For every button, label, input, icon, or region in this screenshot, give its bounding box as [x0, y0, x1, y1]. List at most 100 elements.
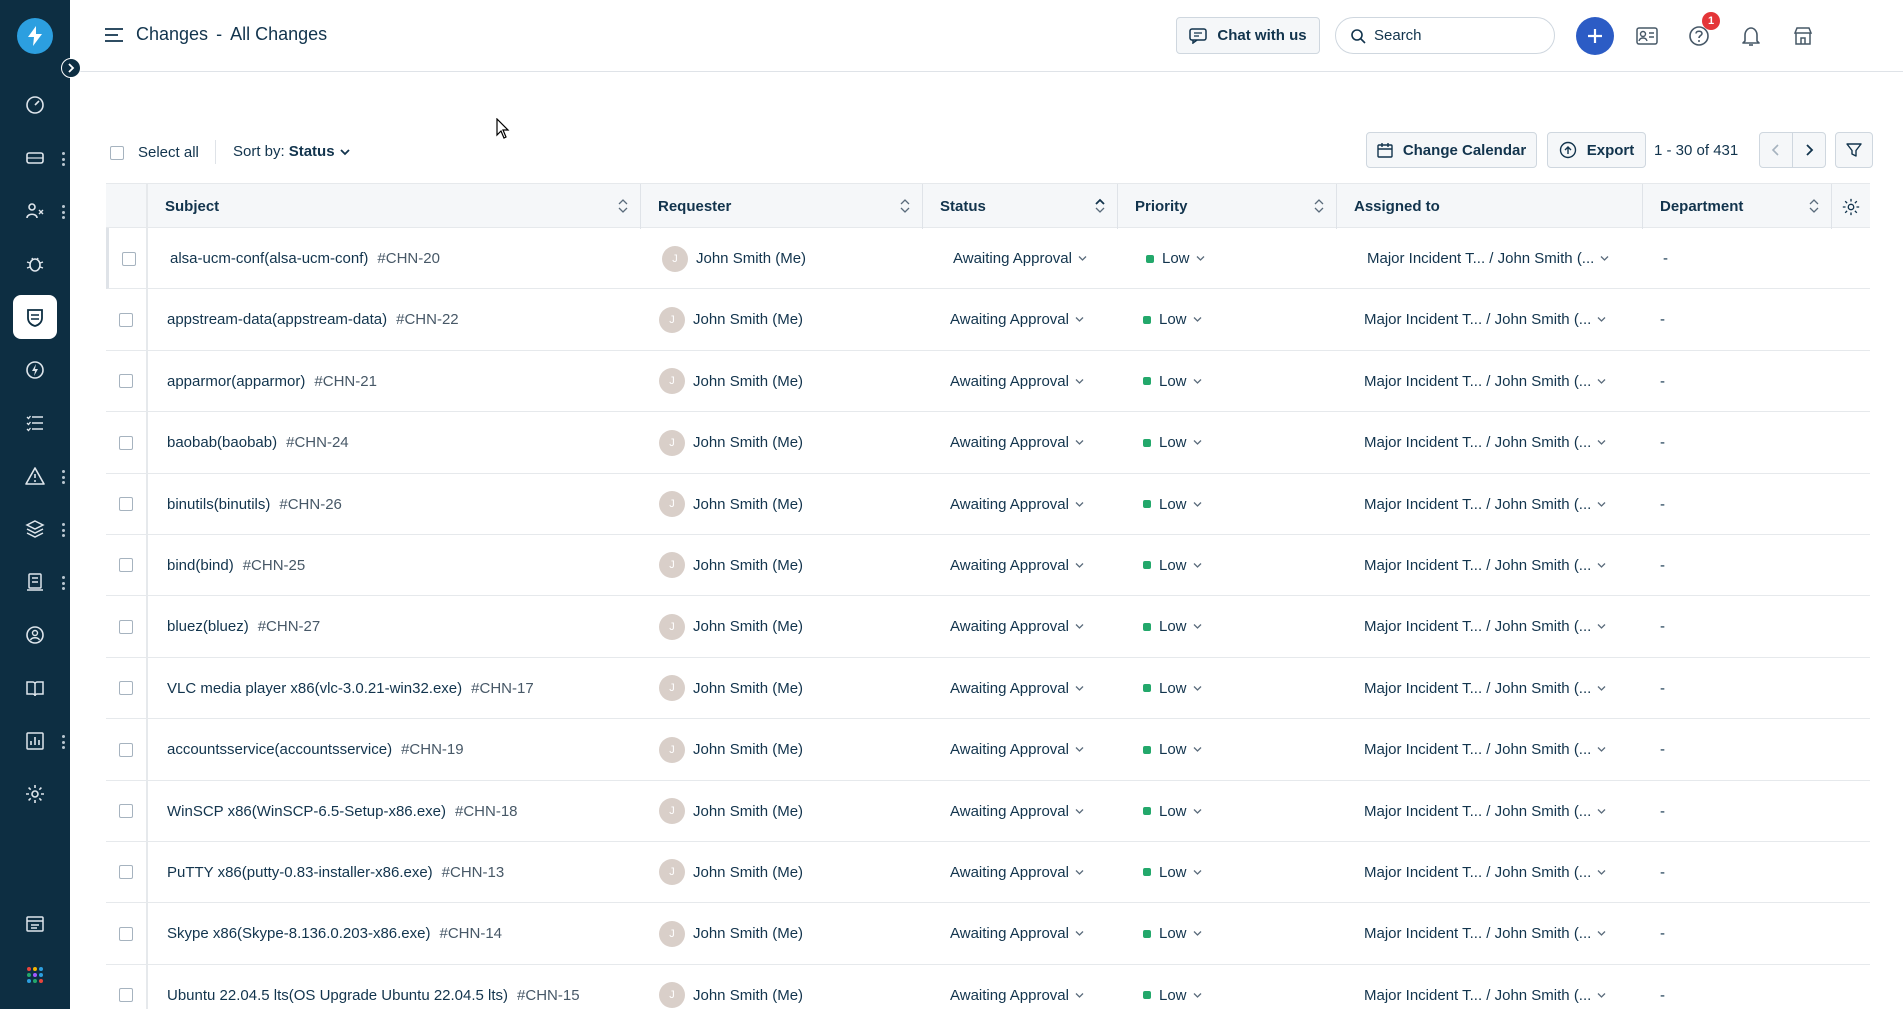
row-subject[interactable]: alsa-ucm-conf(alsa-ucm-conf) #CHN-20	[170, 228, 440, 289]
column-header-priority[interactable]: Priority	[1118, 184, 1337, 229]
priority-dropdown[interactable]: Low	[1146, 228, 1205, 289]
row-requester[interactable]: J John Smith (Me)	[659, 474, 803, 535]
column-header-status[interactable]: Status	[923, 184, 1118, 229]
row-checkbox[interactable]	[119, 865, 133, 880]
table-row[interactable]: baobab(baobab) #CHN-24 J John Smith (Me) Awa…	[106, 412, 1870, 474]
subject-text[interactable]: bind(bind)	[167, 557, 234, 574]
status-dropdown[interactable]: Awaiting Approval	[953, 228, 1087, 289]
status-dropdown[interactable]: Awaiting Approval	[950, 351, 1084, 412]
priority-dropdown[interactable]: Low	[1143, 535, 1202, 596]
status-dropdown[interactable]: Awaiting Approval	[950, 781, 1084, 842]
table-row[interactable]: appstream-data(appstream-data) #CHN-22 J Jo…	[106, 289, 1870, 351]
priority-dropdown[interactable]: Low	[1143, 842, 1202, 903]
sidebar-item-alerts[interactable]	[13, 454, 57, 498]
priority-dropdown[interactable]: Low	[1143, 474, 1202, 535]
row-requester[interactable]: J John Smith (Me)	[659, 842, 803, 903]
sidebar-item-dashboard[interactable]	[13, 83, 57, 127]
table-row[interactable]: alsa-ucm-conf(alsa-ucm-conf) #CHN-20 J John…	[106, 228, 1870, 290]
column-header-requester[interactable]: Requester	[641, 184, 923, 229]
assigned-to-dropdown[interactable]: Major Incident T... / John Smith (...	[1364, 965, 1606, 1009]
marketplace-button[interactable]	[1784, 17, 1822, 55]
help-button[interactable]: 1	[1680, 12, 1720, 55]
status-dropdown[interactable]: Awaiting Approval	[950, 965, 1084, 1009]
sort-arrows-icon[interactable]	[1314, 197, 1324, 215]
table-row[interactable]: VLC media player x86(vlc-3.0.21-win32.ex…	[106, 658, 1870, 720]
change-id[interactable]: #CHN-19	[401, 741, 464, 758]
row-requester[interactable]: J John Smith (Me)	[659, 965, 803, 1009]
status-dropdown[interactable]: Awaiting Approval	[950, 474, 1084, 535]
change-id[interactable]: #CHN-17	[471, 680, 534, 697]
sort-by-dropdown[interactable]: Sort by: Status	[233, 143, 351, 160]
row-requester[interactable]: J John Smith (Me)	[659, 596, 803, 657]
priority-dropdown[interactable]: Low	[1143, 289, 1202, 350]
subject-text[interactable]: apparmor(apparmor)	[167, 373, 305, 390]
column-header-assigned-to[interactable]: Assigned to	[1337, 184, 1643, 229]
row-checkbox[interactable]	[119, 988, 133, 1003]
row-checkbox[interactable]	[119, 742, 133, 757]
contacts-button[interactable]	[1628, 17, 1666, 55]
row-requester[interactable]: J John Smith (Me)	[659, 412, 803, 473]
sort-arrows-active-icon[interactable]	[1095, 197, 1105, 215]
change-id[interactable]: #CHN-18	[455, 803, 518, 820]
chat-with-us-button[interactable]: Chat with us	[1176, 17, 1320, 54]
sidebar-item-settings[interactable]	[13, 772, 57, 816]
table-row[interactable]: Ubuntu 22.04.5 lts(OS Upgrade Ubuntu 22.…	[106, 965, 1870, 1009]
row-requester[interactable]: J John Smith (Me)	[659, 535, 803, 596]
priority-dropdown[interactable]: Low	[1143, 719, 1202, 780]
sidebar-item-support[interactable]	[13, 613, 57, 657]
row-subject[interactable]: VLC media player x86(vlc-3.0.21-win32.ex…	[167, 658, 534, 719]
priority-dropdown[interactable]: Low	[1143, 903, 1202, 964]
assigned-to-dropdown[interactable]: Major Incident T... / John Smith (...	[1364, 781, 1606, 842]
assigned-to-dropdown[interactable]: Major Incident T... / John Smith (...	[1364, 903, 1606, 964]
select-all[interactable]: Select all	[110, 144, 199, 161]
row-subject[interactable]: bluez(bluez) #CHN-27	[167, 596, 320, 657]
table-row[interactable]: bluez(bluez) #CHN-27 J John Smith (Me) Await…	[106, 596, 1870, 658]
row-subject[interactable]: appstream-data(appstream-data) #CHN-22	[167, 289, 459, 350]
sidebar-item-changes[interactable]	[13, 295, 57, 339]
row-checkbox[interactable]	[119, 558, 133, 573]
priority-dropdown[interactable]: Low	[1143, 351, 1202, 412]
sidebar-item-reports-menu[interactable]	[61, 735, 65, 749]
next-page-button[interactable]	[1792, 132, 1826, 168]
page-title-module[interactable]: Changes	[136, 24, 208, 45]
export-button[interactable]: Export	[1547, 132, 1646, 168]
row-subject[interactable]: Skype x86(Skype-8.136.0.203-x86.exe) #CHN…	[167, 903, 502, 964]
sidebar-item-tickets[interactable]	[13, 136, 57, 180]
sidebar-item-problems-menu[interactable]	[61, 205, 65, 219]
subject-text[interactable]: alsa-ucm-conf(alsa-ucm-conf)	[170, 250, 368, 267]
row-checkbox[interactable]	[119, 312, 133, 327]
sidebar-item-releases[interactable]	[13, 348, 57, 392]
change-id[interactable]: #CHN-27	[258, 618, 321, 635]
sidebar-item-inventory[interactable]	[13, 560, 57, 604]
status-dropdown[interactable]: Awaiting Approval	[950, 596, 1084, 657]
table-row[interactable]: bind(bind) #CHN-25 J John Smith (Me) Awaitin…	[106, 535, 1870, 597]
change-id[interactable]: #CHN-13	[442, 864, 505, 881]
sidebar-item-tickets-menu[interactable]	[61, 152, 65, 166]
priority-dropdown[interactable]: Low	[1143, 658, 1202, 719]
row-subject[interactable]: accountsservice(accountsservice) #CHN-19	[167, 719, 464, 780]
subject-text[interactable]: Skype x86(Skype-8.136.0.203-x86.exe)	[167, 925, 431, 942]
sidebar-item-inventory-menu[interactable]	[61, 576, 65, 590]
global-search[interactable]	[1335, 17, 1555, 54]
subject-text[interactable]: PuTTY x86(putty-0.83-installer-x86.exe)	[167, 864, 433, 881]
change-id[interactable]: #CHN-14	[440, 925, 503, 942]
row-requester[interactable]: J John Smith (Me)	[659, 351, 803, 412]
create-new-button[interactable]	[1576, 17, 1614, 55]
change-id[interactable]: #CHN-26	[279, 496, 342, 513]
row-checkbox[interactable]	[119, 374, 133, 389]
sidebar-item-alerts-menu[interactable]	[61, 470, 65, 484]
row-requester[interactable]: J John Smith (Me)	[659, 289, 803, 350]
table-row[interactable]: binutils(binutils) #CHN-26 J John Smith (Me…	[106, 474, 1870, 535]
priority-dropdown[interactable]: Low	[1143, 781, 1202, 842]
table-row[interactable]: accountsservice(accountsservice) #CHN-19 J…	[106, 719, 1870, 781]
row-checkbox[interactable]	[119, 435, 133, 450]
sidebar-item-bugs[interactable]	[13, 242, 57, 286]
row-requester[interactable]: J John Smith (Me)	[662, 228, 806, 289]
status-dropdown[interactable]: Awaiting Approval	[950, 719, 1084, 780]
row-subject[interactable]: baobab(baobab) #CHN-24	[167, 412, 349, 473]
row-requester[interactable]: J John Smith (Me)	[659, 903, 803, 964]
priority-dropdown[interactable]: Low	[1143, 412, 1202, 473]
sort-arrows-icon[interactable]	[900, 197, 910, 215]
subject-text[interactable]: WinSCP x86(WinSCP-6.5-Setup-x86.exe)	[167, 803, 446, 820]
row-subject[interactable]: apparmor(apparmor) #CHN-21	[167, 351, 377, 412]
